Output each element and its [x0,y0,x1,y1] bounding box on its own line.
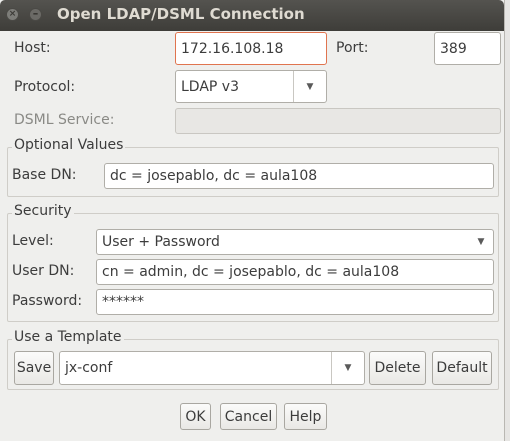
close-icon[interactable]: × [6,8,19,21]
template-title: Use a Template [12,329,124,345]
protocol-value: LDAP v3 [181,78,239,95]
port-value: 389 [440,40,467,57]
host-value: 172.16.108.18 [181,40,284,57]
chevron-down-icon[interactable]: ▼ [331,352,364,384]
base-dn-label: Base DN: [12,167,77,183]
title-bar[interactable]: × – Open LDAP/DSML Connection [0,0,504,31]
protocol-label: Protocol: [14,79,76,95]
delete-template-button[interactable]: Delete [369,351,426,385]
cancel-button[interactable]: Cancel [220,403,277,430]
security-level-select[interactable]: User + Password ▼ [96,229,494,255]
user-dn-input[interactable]: cn = admin, dc = josepablo, dc = aula108 [96,259,494,285]
password-value: ****** [102,294,144,310]
default-template-button[interactable]: Default [432,351,492,385]
template-value: jx-conf [65,360,113,376]
user-dn-value: cn = admin, dc = josepablo, dc = aula108 [102,264,400,280]
protocol-select[interactable]: LDAP v3 ▼ [175,70,327,103]
level-label: Level: [12,233,54,249]
help-button[interactable]: Help [284,403,327,430]
optional-values-title: Optional Values [12,137,126,153]
ok-button[interactable]: OK [180,403,211,430]
dialog-window: × – Open LDAP/DSML Connection Host: 172.… [0,0,505,441]
password-label: Password: [12,293,83,309]
base-dn-value: dc = josepablo, dc = aula108 [110,168,318,184]
security-level-value: User + Password [102,234,220,250]
minimize-icon[interactable]: – [29,8,42,21]
port-input[interactable]: 389 [434,32,501,65]
save-template-button[interactable]: Save [14,351,54,385]
base-dn-input[interactable]: dc = josepablo, dc = aula108 [104,163,494,189]
chevron-down-icon[interactable]: ▼ [469,230,493,254]
chevron-down-icon[interactable]: ▼ [293,71,326,102]
host-label: Host: [14,40,51,56]
password-input[interactable]: ****** [96,289,494,315]
dsml-service-input [175,108,501,134]
user-dn-label: User DN: [12,263,75,279]
dsml-service-label: DSML Service: [14,112,115,128]
host-input[interactable]: 172.16.108.18 [175,32,327,65]
template-select[interactable]: jx-conf ▼ [59,351,365,385]
port-label: Port: [336,40,369,56]
security-title: Security [12,203,74,219]
window-title: Open LDAP/DSML Connection [57,5,305,23]
